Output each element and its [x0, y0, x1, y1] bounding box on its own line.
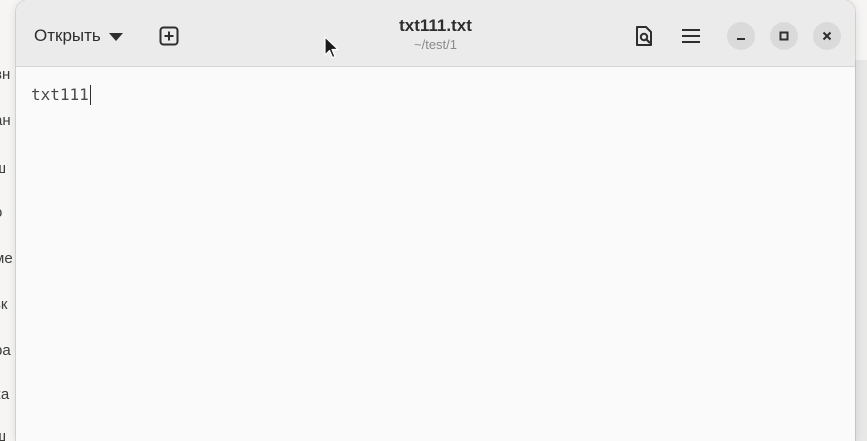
background-text-fragment: ш [0, 428, 7, 441]
hamburger-menu-icon [682, 29, 700, 43]
headerbar: Открыть txt111.txt ~/test/1 [16, 0, 855, 67]
open-button[interactable]: Открыть [24, 18, 133, 54]
editor-content: txt111 [31, 85, 89, 104]
main-menu-button[interactable] [673, 18, 709, 54]
background-text-fragment: вн [0, 66, 11, 83]
background-window-text-strip: вн ан ш о ме зк ра ка ш [0, 60, 16, 441]
text-caret [89, 85, 91, 105]
chevron-down-icon [108, 33, 123, 41]
close-icon [822, 31, 832, 41]
open-button-label: Открыть [34, 26, 101, 45]
close-button[interactable] [813, 22, 841, 50]
document-search-icon [636, 26, 652, 46]
background-text-fragment: ка [0, 386, 10, 403]
minimize-icon [737, 38, 745, 40]
background-text-fragment: ме [0, 250, 13, 267]
text-editor-window: Открыть txt111.txt ~/test/1 txt111 [16, 0, 855, 441]
background-text-fragment: зк [0, 296, 8, 313]
editor-text-line[interactable]: txt111 [31, 85, 91, 105]
maximize-icon [779, 31, 789, 41]
background-text-fragment: ан [0, 112, 11, 129]
document-search-button[interactable] [626, 18, 662, 54]
background-text-fragment: ра [0, 342, 11, 359]
minimize-button[interactable] [727, 22, 755, 50]
background-window-edge [855, 60, 867, 441]
text-editor-area[interactable]: txt111 [16, 67, 855, 441]
new-tab-button[interactable] [151, 18, 187, 54]
background-text-fragment: ш [0, 160, 7, 177]
background-text-fragment: о [0, 204, 2, 221]
new-tab-icon [159, 26, 179, 46]
maximize-button[interactable] [770, 22, 798, 50]
